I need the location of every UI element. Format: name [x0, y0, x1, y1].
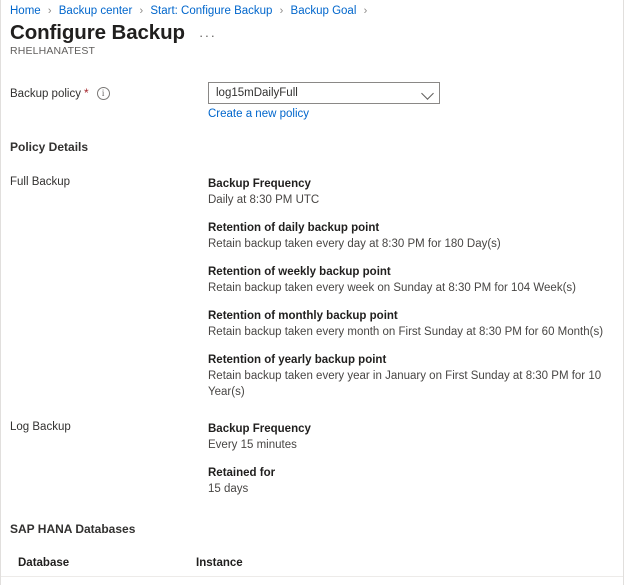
more-options-icon[interactable]: ··· — [199, 32, 217, 40]
backup-policy-label: Backup policy * i — [10, 87, 110, 100]
policy-entry: Retained for 15 days — [208, 465, 623, 497]
policy-entry-key: Backup Frequency — [208, 176, 623, 192]
page-header: Configure Backup ··· — [1, 18, 623, 44]
breadcrumb: Home › Backup center › Start: Configure … — [1, 0, 623, 18]
configure-backup-page: Home › Backup center › Start: Configure … — [0, 0, 624, 585]
policy-group-label: Log Backup — [10, 421, 71, 433]
backup-policy-selected-value: log15mDailyFull — [216, 87, 298, 99]
databases-table: Database Instance r75hanadb01\HN1 NW1 r7… — [1, 557, 623, 585]
backup-policy-label-text: Backup policy — [10, 88, 81, 100]
breadcrumb-item-backup-goal[interactable]: Backup Goal — [291, 5, 357, 17]
policy-entry-value: Retain backup taken every year in Januar… — [208, 368, 623, 400]
breadcrumb-separator-icon: › — [280, 5, 284, 17]
policy-entry-value: Retain backup taken every month on First… — [208, 324, 623, 340]
policy-entry: Retention of monthly backup point Retain… — [208, 308, 623, 340]
column-header-database[interactable]: Database — [18, 557, 196, 569]
create-new-policy-link[interactable]: Create a new policy — [208, 108, 309, 120]
policy-group-label: Full Backup — [10, 176, 70, 188]
policy-entry-value: Daily at 8:30 PM UTC — [208, 192, 623, 208]
policy-group-entries: Backup Frequency Every 15 minutes Retain… — [208, 421, 623, 497]
breadcrumb-separator-icon: › — [48, 5, 52, 17]
required-indicator: * — [84, 88, 89, 99]
chevron-down-icon — [421, 87, 434, 100]
policy-entry-key: Retention of daily backup point — [208, 220, 623, 236]
policy-entry-key: Retention of monthly backup point — [208, 308, 623, 324]
policy-entry-key: Retained for — [208, 465, 623, 481]
breadcrumb-item-start-configure-backup[interactable]: Start: Configure Backup — [150, 5, 272, 17]
policy-entry-key: Retention of yearly backup point — [208, 352, 623, 368]
column-header-instance[interactable]: Instance — [196, 557, 416, 569]
policy-group-log-backup: Log Backup Backup Frequency Every 15 min… — [1, 421, 623, 497]
table-row[interactable]: r75hanadb01\HN1 — [1, 577, 623, 585]
policy-details-heading: Policy Details — [1, 140, 623, 154]
policy-entry-value: Retain backup taken every day at 8:30 PM… — [208, 236, 623, 252]
breadcrumb-separator-icon: › — [139, 5, 143, 17]
policy-entry-key: Retention of weekly backup point — [208, 264, 623, 280]
policy-entry-value: Retain backup taken every week on Sunday… — [208, 280, 623, 296]
policy-entry: Retention of weekly backup point Retain … — [208, 264, 623, 296]
info-icon[interactable]: i — [97, 87, 110, 100]
policy-entry: Backup Frequency Every 15 minutes — [208, 421, 623, 453]
databases-heading: SAP HANA Databases — [1, 522, 623, 536]
policy-entry: Backup Frequency Daily at 8:30 PM UTC — [208, 176, 623, 208]
policy-group-entries: Backup Frequency Daily at 8:30 PM UTC Re… — [208, 176, 623, 400]
backup-policy-field-row: Backup policy * i log15mDailyFull Create… — [1, 82, 623, 128]
page-title: Configure Backup — [10, 21, 185, 45]
policy-group-full-backup: Full Backup Backup Frequency Daily at 8:… — [1, 176, 623, 400]
policy-entry-key: Backup Frequency — [208, 421, 623, 437]
policy-entry-value: 15 days — [208, 481, 623, 497]
backup-policy-select[interactable]: log15mDailyFull — [208, 82, 440, 104]
table-header-row: Database Instance — [1, 557, 623, 577]
page-subtitle: RHELHANATEST — [1, 44, 623, 60]
policy-entry: Retention of yearly backup point Retain … — [208, 352, 623, 400]
breadcrumb-separator-icon: › — [364, 5, 368, 17]
breadcrumb-item-home[interactable]: Home — [10, 5, 41, 17]
breadcrumb-item-backup-center[interactable]: Backup center — [59, 5, 133, 17]
backup-policy-control: log15mDailyFull Create a new policy — [208, 82, 440, 122]
policy-entry: Retention of daily backup point Retain b… — [208, 220, 623, 252]
policy-entry-value: Every 15 minutes — [208, 437, 623, 453]
